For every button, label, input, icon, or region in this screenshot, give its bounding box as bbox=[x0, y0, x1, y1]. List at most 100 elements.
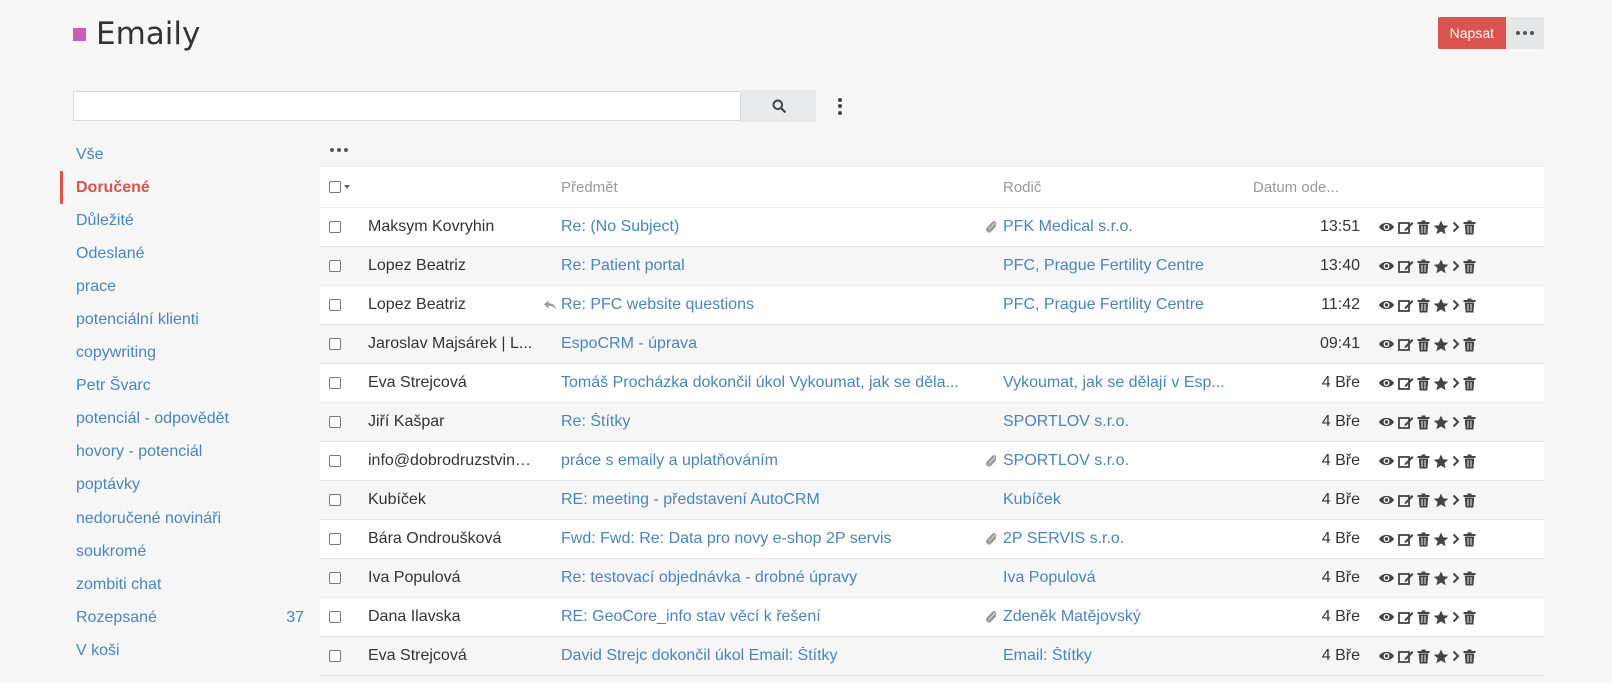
row-checkbox[interactable] bbox=[320, 533, 368, 545]
email-row[interactable]: Lopez Beatriz Re: Patient portal PFC, Prag… bbox=[320, 247, 1544, 286]
star-icon[interactable] bbox=[1433, 532, 1449, 547]
checkbox-icon[interactable] bbox=[329, 533, 341, 545]
checkbox-icon[interactable] bbox=[329, 494, 341, 506]
email-subject-link[interactable]: Re: Patient portal bbox=[561, 257, 1003, 275]
row-checkbox[interactable] bbox=[320, 650, 368, 662]
eye-icon[interactable] bbox=[1378, 455, 1395, 467]
email-parent-link[interactable]: PFC, Prague Fertility Centre bbox=[1003, 296, 1253, 314]
sidebar-folder[interactable]: hovory - potenciál bbox=[60, 436, 312, 469]
star-icon[interactable] bbox=[1433, 493, 1449, 508]
checkbox-icon[interactable] bbox=[329, 416, 341, 428]
trash-icon[interactable] bbox=[1463, 376, 1476, 391]
email-subject-link[interactable]: Re: (No Subject) bbox=[561, 218, 1003, 236]
checkbox-icon[interactable] bbox=[329, 221, 341, 233]
email-subject-link[interactable]: Fwd: Fwd: Re: Data pro novy e-shop 2P se… bbox=[561, 530, 1003, 548]
eye-icon[interactable] bbox=[1378, 377, 1395, 389]
sidebar-folder[interactable]: potenciál - odpovědět bbox=[60, 403, 312, 436]
trash-icon[interactable] bbox=[1463, 610, 1476, 625]
email-parent-link[interactable]: Zdeněk Matějovský bbox=[1003, 608, 1253, 626]
email-parent-link[interactable]: PFK Medical s.r.o. bbox=[1003, 218, 1253, 236]
email-row[interactable]: Kubíček RE: meeting - představení AutoCRM… bbox=[320, 481, 1544, 520]
checkbox-icon[interactable] bbox=[329, 260, 341, 272]
trash-icon[interactable] bbox=[1463, 532, 1476, 547]
trash-icon[interactable] bbox=[1463, 571, 1476, 586]
mass-actions-button[interactable] bbox=[330, 148, 348, 152]
eye-icon[interactable] bbox=[1378, 611, 1395, 623]
trash-icon[interactable] bbox=[1463, 415, 1476, 430]
search-input[interactable] bbox=[73, 91, 741, 121]
star-icon[interactable] bbox=[1433, 610, 1449, 625]
trash-icon[interactable] bbox=[1463, 454, 1476, 469]
email-subject-link[interactable]: David Strejc dokončil úkol Email: Štítky bbox=[561, 647, 1003, 665]
column-subject[interactable]: Předmět bbox=[561, 179, 1003, 196]
checkbox-icon[interactable] bbox=[329, 572, 341, 584]
star-icon[interactable] bbox=[1433, 415, 1449, 430]
edit-icon[interactable] bbox=[1398, 259, 1414, 274]
eye-icon[interactable] bbox=[1378, 650, 1395, 662]
trash-icon[interactable] bbox=[1463, 298, 1476, 313]
email-row[interactable]: Lopez Beatriz Re: PFC website questions PF… bbox=[320, 286, 1544, 325]
sidebar-folder[interactable]: soukromé bbox=[60, 535, 312, 568]
email-parent-link[interactable]: 2P SERVIS s.r.o. bbox=[1003, 530, 1253, 548]
chevron-right-icon[interactable] bbox=[1452, 221, 1460, 233]
email-subject-text[interactable]: Tomáš Procházka dokončil úkol Vykoumat, … bbox=[561, 374, 959, 391]
search-button[interactable] bbox=[741, 90, 816, 122]
checkbox-icon[interactable] bbox=[329, 181, 341, 193]
sidebar-folder[interactable]: Vše bbox=[60, 138, 312, 171]
chevron-right-icon[interactable] bbox=[1452, 650, 1460, 662]
filter-menu-dots-icon[interactable] bbox=[838, 97, 842, 115]
row-checkbox[interactable] bbox=[320, 611, 368, 623]
email-row[interactable]: Jaroslav Majsárek | L... EspoCRM - úprava… bbox=[320, 325, 1544, 364]
email-subject-text[interactable]: práce s emaily a uplatňováním bbox=[561, 452, 778, 469]
eye-icon[interactable] bbox=[1378, 221, 1395, 233]
trash-icon[interactable] bbox=[1417, 376, 1430, 391]
sidebar-folder[interactable]: Důležité bbox=[60, 204, 312, 237]
checkbox-icon[interactable] bbox=[329, 299, 341, 311]
email-row[interactable]: Jiří Kašpar Re: Štítky SPORTLOV s.r.o. 4 Bř… bbox=[320, 403, 1544, 442]
email-subject-link[interactable]: RE: meeting - představení AutoCRM bbox=[561, 491, 1003, 509]
row-checkbox[interactable] bbox=[320, 221, 368, 233]
chevron-right-icon[interactable] bbox=[1452, 299, 1460, 311]
checkbox-icon[interactable] bbox=[329, 338, 341, 350]
trash-icon[interactable] bbox=[1417, 298, 1430, 313]
checkbox-icon[interactable] bbox=[329, 650, 341, 662]
row-checkbox[interactable] bbox=[320, 572, 368, 584]
email-subject-link[interactable]: Tomáš Procházka dokončil úkol Vykoumat, … bbox=[561, 374, 1003, 392]
eye-icon[interactable] bbox=[1378, 494, 1395, 506]
email-parent-link[interactable]: PFC, Prague Fertility Centre bbox=[1003, 257, 1253, 275]
email-row[interactable]: Dana Ilavska RE: GeoCore_info stav věcí k… bbox=[320, 598, 1544, 637]
edit-icon[interactable] bbox=[1398, 610, 1414, 625]
sidebar-folder[interactable]: prace bbox=[60, 270, 312, 303]
eye-icon[interactable] bbox=[1378, 572, 1395, 584]
row-checkbox[interactable] bbox=[320, 377, 368, 389]
email-parent-link[interactable]: Email: Štítky bbox=[1003, 647, 1253, 665]
email-subject-text[interactable]: Re: Štítky bbox=[561, 413, 630, 430]
chevron-right-icon[interactable] bbox=[1452, 455, 1460, 467]
star-icon[interactable] bbox=[1433, 571, 1449, 586]
email-subject-link[interactable]: Re: testovací objednávka - drobné úpravy bbox=[561, 569, 1003, 587]
chevron-right-icon[interactable] bbox=[1452, 338, 1460, 350]
star-icon[interactable] bbox=[1433, 376, 1449, 391]
email-subject-text[interactable]: RE: meeting - představení AutoCRM bbox=[561, 491, 820, 508]
sidebar-folder[interactable]: V koši bbox=[60, 634, 312, 667]
email-row[interactable]: Bára Ondroušková Fwd: Fwd: Re: Data pro n… bbox=[320, 520, 1544, 559]
email-row[interactable]: Maksym Kovryhin Re: (No Subject) PFK Medic… bbox=[320, 208, 1544, 247]
trash-icon[interactable] bbox=[1417, 571, 1430, 586]
eye-icon[interactable] bbox=[1378, 416, 1395, 428]
chevron-right-icon[interactable] bbox=[1452, 533, 1460, 545]
trash-icon[interactable] bbox=[1417, 532, 1430, 547]
trash-icon[interactable] bbox=[1463, 220, 1476, 235]
eye-icon[interactable] bbox=[1378, 299, 1395, 311]
email-subject-text[interactable]: David Strejc dokončil úkol Email: Štítky bbox=[561, 647, 838, 664]
sidebar-folder[interactable]: nedoručené novináři bbox=[60, 502, 312, 535]
checkbox-icon[interactable] bbox=[329, 611, 341, 623]
trash-icon[interactable] bbox=[1417, 454, 1430, 469]
edit-icon[interactable] bbox=[1398, 376, 1414, 391]
edit-icon[interactable] bbox=[1398, 454, 1414, 469]
email-parent-link[interactable]: SPORTLOV s.r.o. bbox=[1003, 452, 1253, 470]
chevron-right-icon[interactable] bbox=[1452, 572, 1460, 584]
row-checkbox[interactable] bbox=[320, 260, 368, 272]
star-icon[interactable] bbox=[1433, 337, 1449, 352]
edit-icon[interactable] bbox=[1398, 337, 1414, 352]
edit-icon[interactable] bbox=[1398, 298, 1414, 313]
